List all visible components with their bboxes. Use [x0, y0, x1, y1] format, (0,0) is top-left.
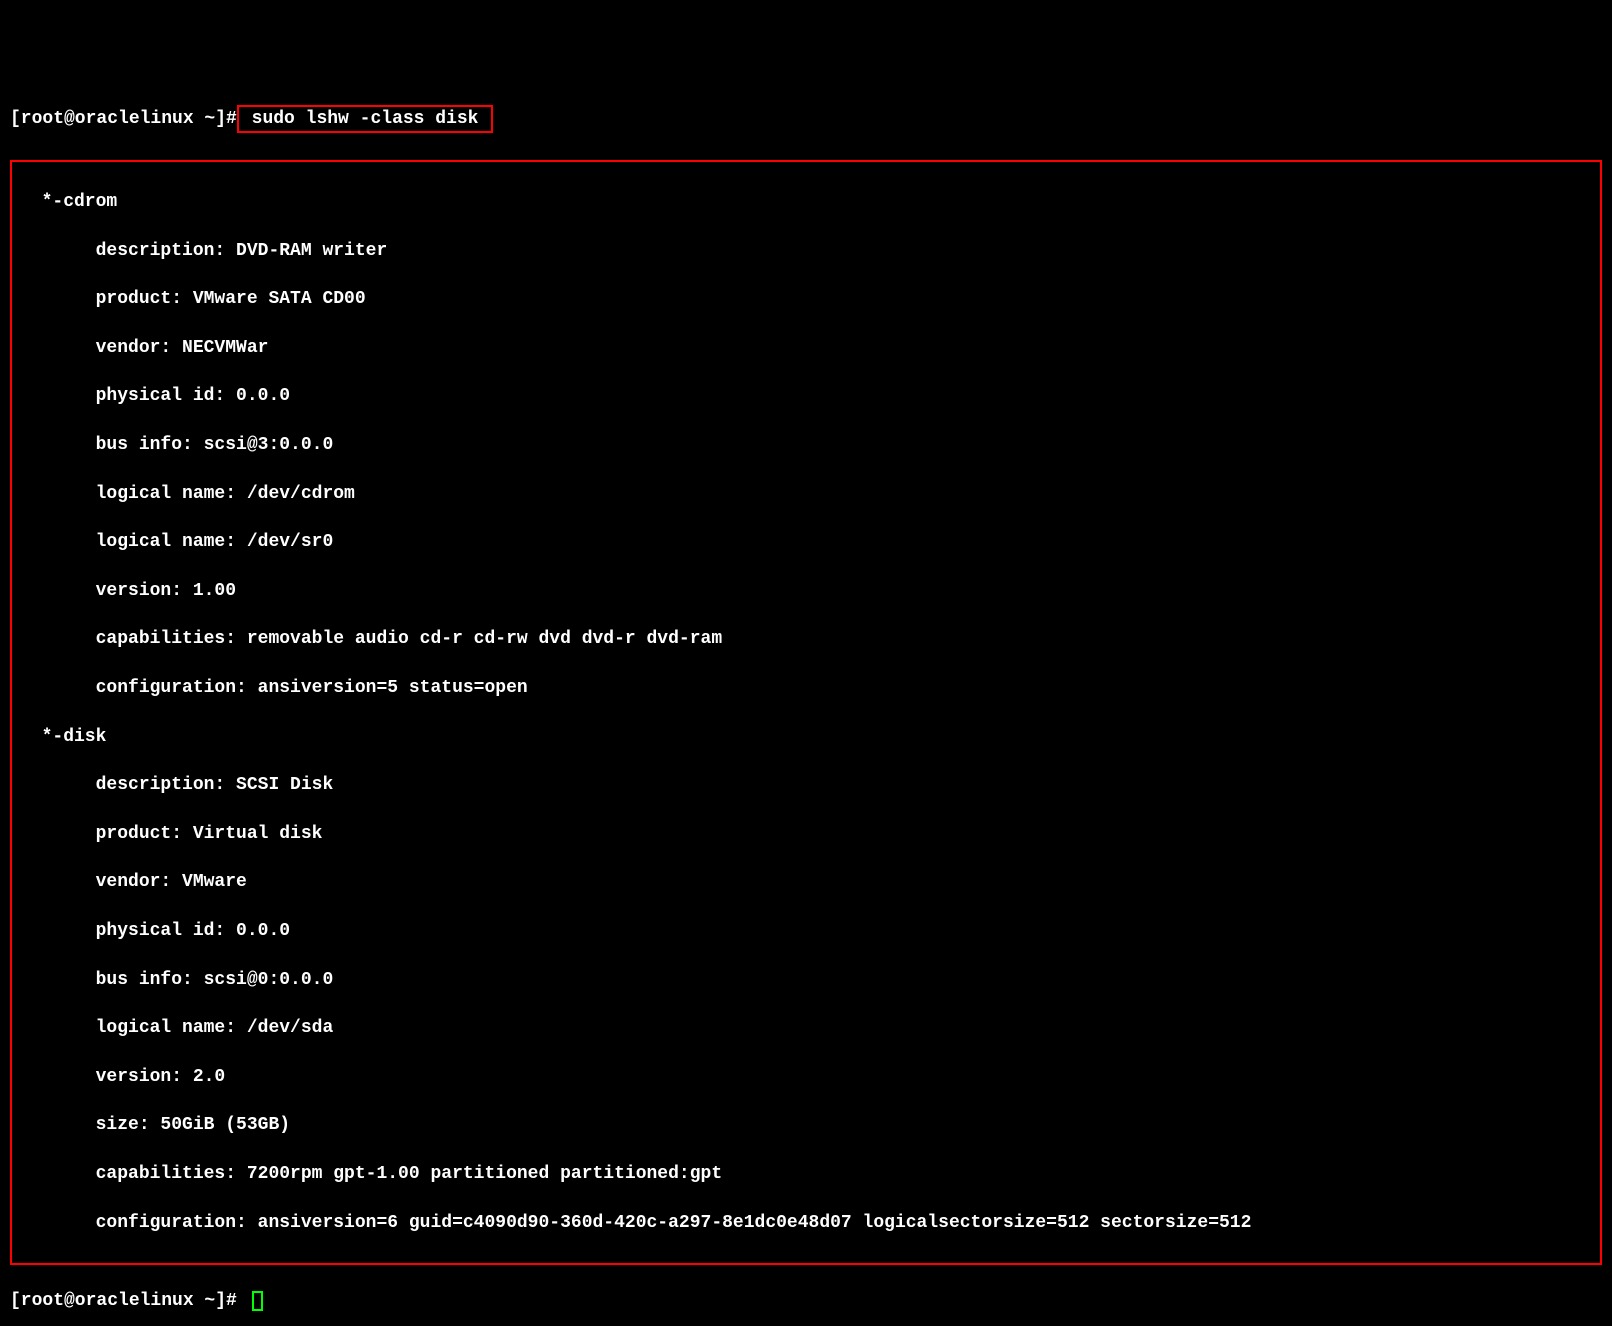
output-cdrom-capabilities: capabilities: removable audio cd-r cd-rw…	[20, 627, 1592, 651]
output-cdrom-configuration: configuration: ansiversion=5 status=open	[20, 676, 1592, 700]
shell-prompt-2: [root@oraclelinux ~]#	[10, 1291, 237, 1311]
output-cdrom-physical-id: physical id: 0.0.0	[20, 384, 1592, 408]
output-disk-vendor: vendor: VMware	[20, 870, 1592, 894]
output-disk-bus-info: bus info: scsi@0:0.0.0	[20, 968, 1592, 992]
output-cdrom-bus-info: bus info: scsi@3:0.0.0	[20, 433, 1592, 457]
command-text[interactable]: sudo lshw -class disk	[241, 109, 489, 129]
output-cdrom-header: *-cdrom	[20, 190, 1592, 214]
output-disk-version: version: 2.0	[20, 1065, 1592, 1089]
prompt-line-1: [root@oraclelinux ~]# sudo lshw -class d…	[10, 105, 1602, 133]
output-disk-physical-id: physical id: 0.0.0	[20, 919, 1592, 943]
output-cdrom-vendor: vendor: NECVMWar	[20, 336, 1592, 360]
output-highlight-box: *-cdrom description: DVD-RAM writer prod…	[10, 160, 1602, 1265]
output-disk-product: product: Virtual disk	[20, 822, 1592, 846]
output-disk-capabilities: capabilities: 7200rpm gpt-1.00 partition…	[20, 1162, 1592, 1186]
output-cdrom-version: version: 1.00	[20, 579, 1592, 603]
output-disk-size: size: 50GiB (53GB)	[20, 1113, 1592, 1137]
terminal-cursor[interactable]	[252, 1291, 263, 1311]
output-disk-header: *-disk	[20, 725, 1592, 749]
output-disk-description: description: SCSI Disk	[20, 773, 1592, 797]
shell-prompt-1: [root@oraclelinux ~]#	[10, 109, 237, 129]
output-cdrom-logical-name-2: logical name: /dev/sr0	[20, 530, 1592, 554]
output-disk-logical-name: logical name: /dev/sda	[20, 1016, 1592, 1040]
output-disk-configuration: configuration: ansiversion=6 guid=c4090d…	[20, 1211, 1592, 1235]
command-highlight-box: sudo lshw -class disk	[237, 105, 493, 133]
prompt-line-2: [root@oraclelinux ~]#	[10, 1289, 1602, 1313]
output-cdrom-logical-name-1: logical name: /dev/cdrom	[20, 482, 1592, 506]
output-cdrom-product: product: VMware SATA CD00	[20, 287, 1592, 311]
output-cdrom-description: description: DVD-RAM writer	[20, 239, 1592, 263]
